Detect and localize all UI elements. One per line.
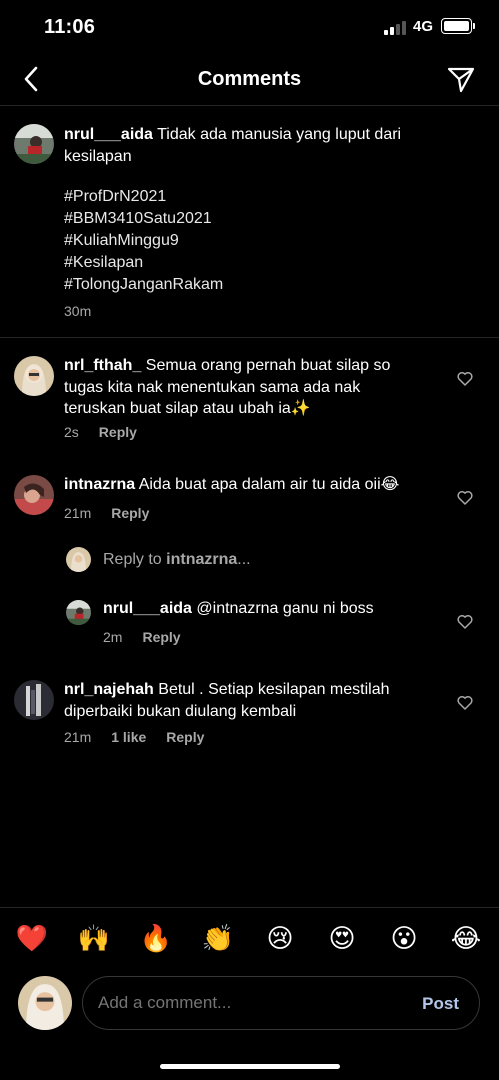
reply-prompt-user: intnazrna — [166, 551, 238, 568]
hashtag[interactable]: #ProfDrN2021 — [64, 186, 223, 208]
red-heart-emoji-button[interactable]: ❤️ — [15, 922, 49, 954]
like-button[interactable] — [455, 368, 475, 388]
astonished-face-emoji-button[interactable]: 😮 — [387, 922, 421, 954]
reply-prompt-suffix: ... — [237, 551, 251, 568]
comment-body: Betul . Setiap kesilapan mestilah — [158, 681, 390, 698]
comment-body-line2: diperbaiki bukan diulang kembali — [64, 702, 297, 720]
like-button[interactable] — [455, 611, 475, 631]
avatar[interactable] — [66, 600, 91, 625]
status-time: 11:06 — [44, 16, 96, 38]
reply-meta: 2m Reply — [103, 629, 181, 645]
heart-icon — [457, 371, 473, 386]
caption-body-line2: kesilapan — [64, 147, 132, 165]
comment-time: 21m — [64, 505, 92, 521]
reply-text: nrul___aida @intnazrna ganu ni boss — [103, 598, 443, 620]
reply-time: 2m — [103, 629, 123, 645]
reply-prompt-prefix: Reply to — [103, 551, 167, 568]
hashtag[interactable]: #KuliahMinggu9 — [64, 230, 223, 252]
like-button[interactable] — [455, 692, 475, 712]
battery-icon — [441, 18, 475, 34]
comment-text: nrl_najehah Betul . Setiap kesilapan mes… — [64, 679, 434, 722]
caption-text: nrul___aida Tidak ada manusia yang luput… — [64, 124, 484, 167]
heart-icon — [457, 490, 473, 505]
like-button[interactable] — [455, 487, 475, 507]
network-type: 4G — [413, 18, 434, 35]
emoji-quick-bar: ❤️ 🙌 🔥 👏 😢 😍 😮 😂 — [0, 907, 499, 969]
reply-to-prompt[interactable]: Reply to intnazrna... — [103, 551, 251, 569]
comment-body-line2: tugas kita nak menentukan sama ada nak — [64, 378, 361, 396]
status-bar: 11:06 4G — [0, 0, 499, 54]
hashtag[interactable]: #BBM3410Satu2021 — [64, 208, 223, 230]
caption-username[interactable]: nrul___aida — [64, 126, 153, 143]
comment-body-line3: teruskan buat silap atau ubah ia✨ — [64, 400, 311, 417]
page-title: Comments — [197, 68, 302, 90]
avatar — [18, 976, 72, 1030]
paper-plane-icon — [447, 67, 475, 93]
comment-meta: 21m Reply — [64, 505, 149, 521]
avatar[interactable] — [14, 124, 54, 164]
comment-time: 2s — [64, 424, 79, 440]
comment-text: nrl_fthah_ Semua orang pernah buat silap… — [64, 355, 434, 420]
post-caption: nrul___aida Tidak ada manusia yang luput… — [0, 106, 499, 338]
likes-count[interactable]: 1 like — [111, 729, 146, 745]
home-indicator[interactable] — [160, 1064, 340, 1069]
avatar — [66, 547, 91, 572]
hashtag-list: #ProfDrN2021 #BBM3410Satu2021 #KuliahMin… — [64, 186, 223, 296]
comment-input[interactable] — [98, 993, 398, 1013]
tears-of-joy-emoji-button[interactable]: 😂 — [449, 922, 483, 954]
hashtag[interactable]: #TolongJanganRakam — [64, 274, 223, 296]
comment-text: intnazrna Aida buat apa dalam air tu aid… — [64, 474, 444, 496]
comment-username[interactable]: nrl_najehah — [64, 681, 154, 698]
fire-emoji-button[interactable]: 🔥 — [139, 922, 173, 954]
reply-button[interactable]: Reply — [99, 424, 137, 440]
hashtag[interactable]: #Kesilapan — [64, 252, 223, 274]
header: Comments — [0, 54, 499, 106]
comment-composer: Post — [82, 976, 480, 1030]
avatar[interactable] — [14, 475, 54, 515]
comment-time: 21m — [64, 729, 92, 745]
avatar[interactable] — [14, 680, 54, 720]
comment-meta: 2s Reply — [64, 424, 137, 440]
reply-button[interactable]: Reply — [111, 505, 149, 521]
caption-time: 30m — [64, 303, 92, 319]
comment-username[interactable]: intnazrna — [64, 476, 135, 493]
heart-icon — [457, 614, 473, 629]
reply-button[interactable]: Reply — [142, 629, 180, 645]
share-button[interactable] — [445, 64, 477, 96]
comment-meta: 21m 1 like Reply — [64, 729, 204, 745]
reply-button[interactable]: Reply — [166, 729, 204, 745]
caption-meta: 30m — [64, 303, 91, 319]
heart-eyes-emoji-button[interactable]: 😍 — [325, 922, 359, 954]
crying-face-emoji-button[interactable]: 😢 — [263, 922, 297, 954]
avatar[interactable] — [14, 356, 54, 396]
cellular-signal-icon — [384, 21, 408, 35]
comment-username[interactable]: nrl_fthah_ — [64, 357, 141, 374]
reply-body: @intnazrna ganu ni boss — [196, 600, 374, 617]
clapping-hands-emoji-button[interactable]: 👏 — [201, 922, 235, 954]
comment-body: Aida buat apa dalam air tu aida oii😂 — [138, 476, 400, 493]
heart-icon — [457, 695, 473, 710]
comment-body: Semua orang pernah buat silap so — [145, 357, 391, 374]
reply-username[interactable]: nrul___aida — [103, 600, 192, 617]
raising-hands-emoji-button[interactable]: 🙌 — [77, 922, 111, 954]
post-button[interactable]: Post — [422, 994, 459, 1014]
caption-body: Tidak ada manusia yang luput dari — [157, 126, 402, 143]
